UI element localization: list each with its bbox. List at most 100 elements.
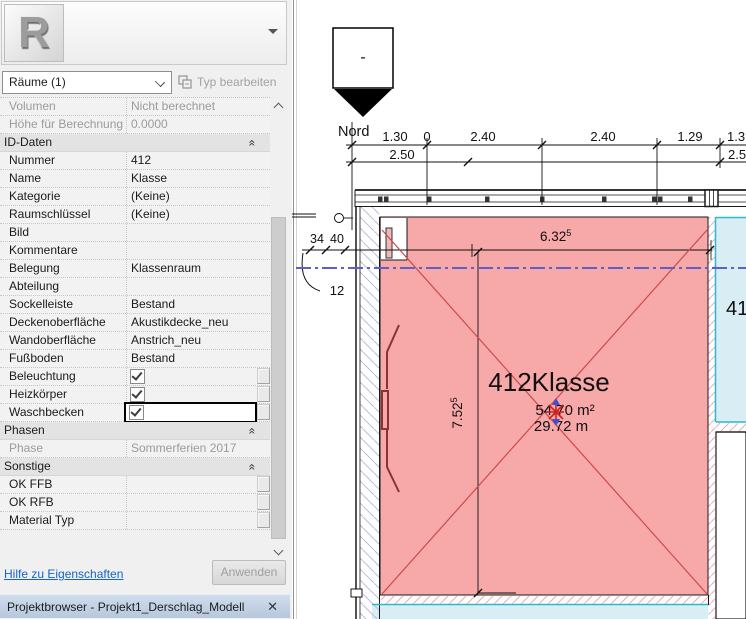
adjacent-room-label[interactable]: 41	[726, 298, 746, 320]
mullions	[378, 197, 693, 203]
property-value-cell[interactable]: 0.0000	[126, 116, 255, 133]
property-value-cell[interactable]	[126, 476, 255, 493]
section-header-id-daten[interactable]: ID-Daten«	[0, 134, 270, 152]
property-value-cell[interactable]: Anstrich_neu	[126, 332, 255, 349]
property-value[interactable]: Sommerferien 2017	[127, 440, 255, 456]
property-value-cell[interactable]	[126, 494, 255, 511]
value-edit-button[interactable]	[257, 494, 270, 510]
property-value-cell[interactable]: Bestand	[126, 350, 255, 367]
waschbecken-checkbox[interactable]	[129, 405, 144, 420]
property-label: Heizkörper	[9, 387, 124, 402]
property-label: Abteilung	[9, 279, 124, 294]
section-header-sonstige[interactable]: Sonstige «	[0, 458, 270, 476]
property-value[interactable]: Anstrich_neu	[127, 332, 255, 348]
value-edit-button[interactable]	[257, 386, 270, 402]
heizkörper-checkbox[interactable]	[130, 387, 145, 402]
room-perimeter-label[interactable]: 29.72 m	[534, 418, 588, 435]
property-value[interactable]	[127, 476, 255, 492]
property-value[interactable]: Klasse	[127, 170, 255, 186]
property-value-cell[interactable]	[126, 368, 255, 385]
property-value-cell[interactable]: 412	[126, 152, 255, 169]
property-value[interactable]	[127, 242, 255, 258]
dim-label[interactable]: 12	[330, 283, 344, 298]
value-edit-button[interactable]	[257, 476, 270, 492]
value-edit-button[interactable]	[257, 404, 270, 420]
property-value-cell[interactable]: Akustikdecke_neu	[126, 314, 255, 331]
close-icon[interactable]: ✕	[267, 595, 278, 619]
property-value-cell[interactable]	[126, 404, 255, 421]
type-selector[interactable]: R	[1, 1, 287, 65]
selection-combobox[interactable]: Räume (1)	[2, 71, 172, 94]
apply-button[interactable]: Anwenden	[212, 560, 286, 585]
property-row-kommentare: Kommentare	[0, 242, 270, 260]
property-value[interactable]: Akustikdecke_neu	[127, 314, 255, 330]
property-value-cell[interactable]: (Keine)	[126, 206, 255, 223]
dim-label[interactable]: 2.40	[470, 129, 495, 144]
property-value[interactable]: Nicht berechnet	[127, 98, 255, 114]
edit-type-label: Typ bearbeiten	[197, 75, 276, 89]
dim-label[interactable]: 40	[330, 232, 344, 246]
property-value-cell[interactable]: (Keine)	[126, 188, 255, 205]
property-value[interactable]: Bestand	[127, 296, 255, 312]
dim-label[interactable]: 2.40	[590, 129, 615, 144]
property-row-abteilung: Abteilung	[0, 278, 270, 296]
dim-label[interactable]: 2.5	[728, 147, 746, 162]
scroll-down-icon[interactable]	[270, 543, 287, 560]
property-label: Volumen	[9, 99, 124, 114]
edit-type-button[interactable]: Typ bearbeiten	[178, 71, 288, 94]
property-value-cell[interactable]	[126, 386, 255, 403]
property-value-cell[interactable]: Klasse	[126, 170, 255, 187]
project-browser-titlebar[interactable]: Projektbrowser - Projekt1_Derschlag_Mode…	[0, 594, 290, 618]
property-value[interactable]: Klassenraum	[127, 260, 255, 276]
property-value-cell[interactable]: Bestand	[126, 296, 255, 313]
dim-label[interactable]: 1.29	[677, 129, 702, 144]
dim-label[interactable]: 1.3	[727, 129, 745, 144]
collapse-section-icon[interactable]: «	[246, 140, 260, 147]
property-row-beleuchtung: Beleuchtung	[0, 368, 270, 386]
property-value[interactable]: 0.0000	[127, 116, 255, 132]
property-value[interactable]: Bestand	[127, 350, 255, 366]
beleuchtung-checkbox[interactable]	[130, 369, 145, 384]
value-edit-button[interactable]	[257, 368, 270, 384]
property-value-cell[interactable]	[126, 242, 255, 259]
property-value[interactable]: 412	[127, 152, 255, 168]
collapse-section-icon[interactable]: «	[246, 464, 260, 471]
property-value-cell[interactable]: Sommerferien 2017	[126, 440, 255, 457]
property-grid: VolumenNicht berechnetHöhe für Berechnun…	[0, 97, 270, 561]
section-marker[interactable]	[333, 28, 393, 117]
property-value-cell[interactable]	[126, 278, 255, 295]
property-row-material-typ: Material Typ	[0, 512, 270, 530]
type-selector-dropdown-icon[interactable]	[268, 29, 278, 34]
property-value[interactable]: (Keine)	[127, 206, 255, 222]
property-value[interactable]	[127, 278, 255, 294]
dim-label[interactable]: 0	[423, 129, 430, 144]
edit-type-icon	[178, 75, 193, 89]
section-header-phasen[interactable]: Phasen«	[0, 422, 270, 440]
properties-scrollbar[interactable]	[270, 97, 287, 560]
room-name-label[interactable]: 412Klasse	[488, 367, 609, 397]
property-value[interactable]	[127, 512, 255, 528]
property-label: OK FFB	[9, 477, 124, 492]
property-value-cell[interactable]: Nicht berechnet	[126, 98, 255, 115]
property-label: Material Typ	[9, 513, 124, 528]
room-area-label[interactable]: 54.70 m²	[535, 402, 594, 419]
scrollbar-thumb[interactable]	[271, 217, 286, 539]
scroll-up-icon[interactable]	[270, 97, 287, 114]
property-value-cell[interactable]: Klassenraum	[126, 260, 255, 277]
property-value-cell[interactable]	[126, 224, 255, 241]
help-link[interactable]: Hilfe zu Eigenschaften	[4, 567, 123, 581]
property-label: Höhe für Berechnung	[9, 117, 124, 132]
dim-label[interactable]: 1.30	[382, 129, 407, 144]
dim-label[interactable]: 34	[310, 232, 324, 246]
collapse-section-icon[interactable]: «	[246, 428, 260, 435]
dim-label[interactable]: 2.50	[389, 147, 414, 162]
property-value[interactable]: (Keine)	[127, 188, 255, 204]
section-label: Sonstige	[4, 459, 224, 474]
property-value[interactable]	[127, 224, 255, 240]
property-label: Kommentare	[9, 243, 124, 258]
value-edit-button[interactable]	[257, 512, 270, 528]
corridor-fill[interactable]	[372, 605, 708, 619]
property-value-cell[interactable]	[126, 512, 255, 529]
property-row-nummer: Nummer412	[0, 152, 270, 170]
property-value[interactable]	[127, 494, 255, 510]
